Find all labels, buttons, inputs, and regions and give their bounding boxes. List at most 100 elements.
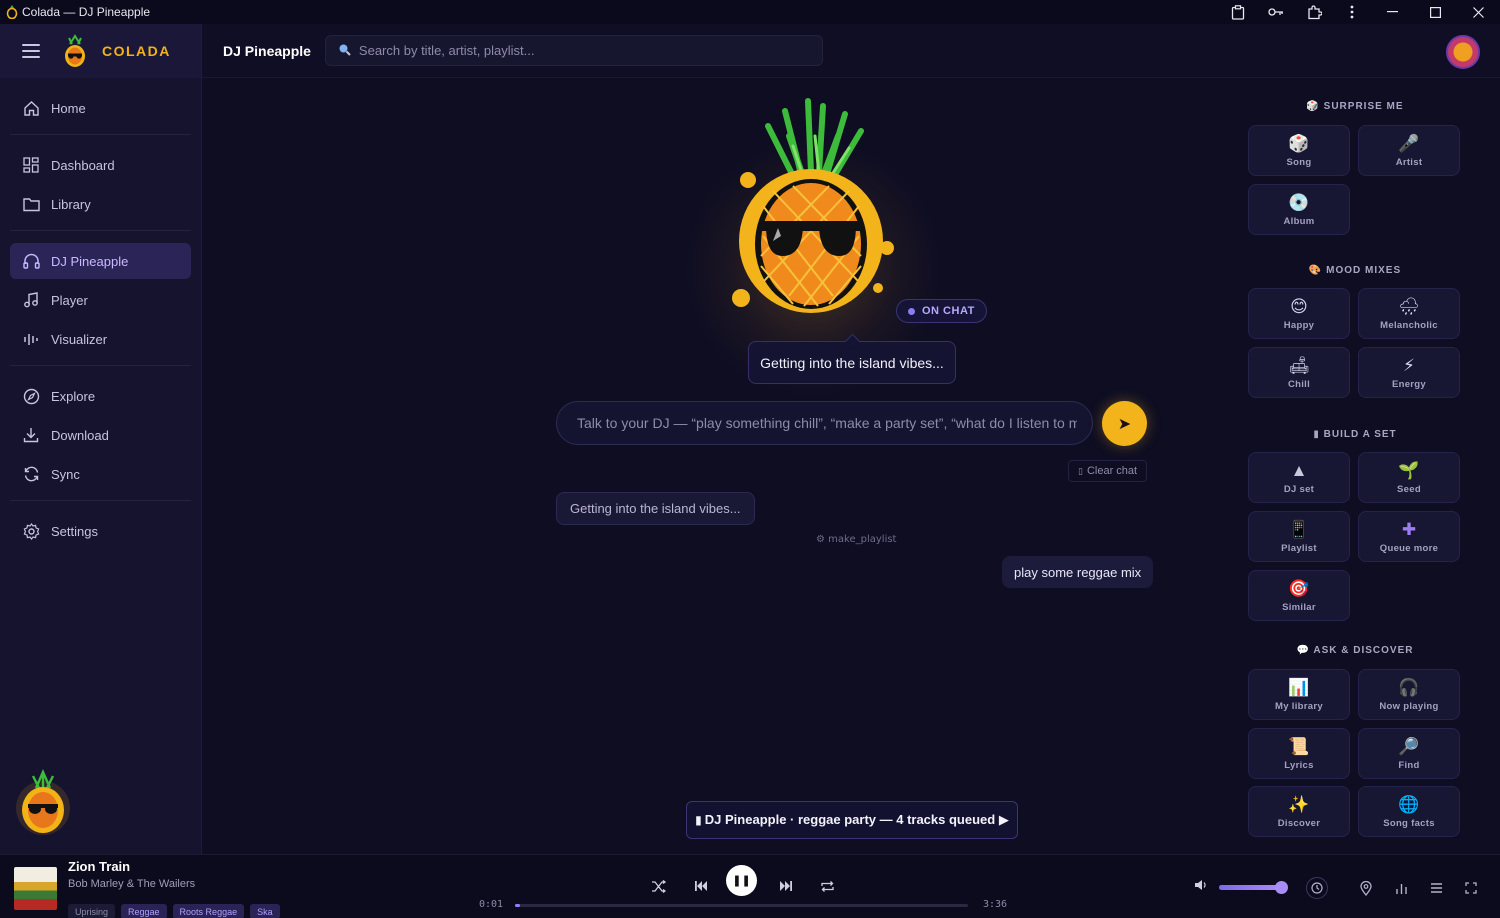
fullscreen-button[interactable] bbox=[1458, 875, 1484, 901]
extensions-icon[interactable] bbox=[1295, 0, 1333, 24]
sidebar-item-download[interactable]: Download bbox=[10, 417, 191, 453]
tile-song[interactable]: 🎲 Song bbox=[1248, 125, 1350, 176]
phone-icon: ▮ bbox=[695, 813, 702, 827]
tag-genre[interactable]: Reggae bbox=[121, 904, 167, 918]
tile-chill[interactable]: 🛋 Chill bbox=[1248, 347, 1350, 398]
key-icon[interactable] bbox=[1257, 0, 1295, 24]
divider bbox=[10, 365, 191, 366]
tile-dj-set[interactable]: ▲ DJ set bbox=[1248, 452, 1350, 503]
divider bbox=[10, 134, 191, 135]
status-badge: ON CHAT bbox=[896, 299, 987, 323]
send-icon: ➤ bbox=[1117, 415, 1132, 433]
user-message: play some reggae mix bbox=[1002, 556, 1154, 588]
tag-genre[interactable]: Ska bbox=[250, 904, 280, 918]
player-bar: Zion Train Bob Marley & The Wailers Upri… bbox=[0, 854, 1500, 918]
chart-icon: 📊 bbox=[1288, 677, 1310, 697]
sidebar-item-player[interactable]: Player bbox=[10, 282, 191, 318]
tile-label: Playlist bbox=[1281, 542, 1317, 554]
tile-now-playing[interactable]: 🎧 Now playing bbox=[1358, 669, 1460, 720]
tile-artist[interactable]: 🎤 Artist bbox=[1358, 125, 1460, 176]
maximize-icon[interactable] bbox=[1414, 0, 1457, 24]
location-button[interactable] bbox=[1353, 875, 1379, 901]
tag-genre[interactable]: Roots Reggae bbox=[172, 904, 245, 918]
sidebar-item-label: Dashboard bbox=[51, 157, 115, 173]
tile-melancholic[interactable]: 🌧 Melancholic bbox=[1358, 288, 1460, 339]
pin-icon bbox=[1360, 880, 1372, 896]
sidebar-item-dashboard[interactable]: Dashboard bbox=[10, 147, 191, 183]
equalizer-button[interactable] bbox=[1388, 875, 1414, 901]
menu-icon[interactable] bbox=[22, 44, 40, 58]
track-title[interactable]: Zion Train bbox=[68, 859, 130, 874]
queued-banner[interactable]: ▮ DJ Pineapple · reggae party — 4 tracks… bbox=[686, 801, 1018, 839]
tile-lyrics[interactable]: 📜 Lyrics bbox=[1248, 728, 1350, 779]
more-vert-icon[interactable] bbox=[1333, 0, 1371, 24]
avatar[interactable] bbox=[1446, 35, 1480, 69]
tile-album[interactable]: 💿 Album bbox=[1248, 184, 1350, 235]
sidebar-item-label: Player bbox=[51, 292, 88, 308]
trash-icon: ▯ bbox=[1078, 465, 1083, 476]
sidebar-nav: Home Dashboard Library DJ Pineapple Play… bbox=[0, 78, 201, 549]
queue-button[interactable] bbox=[1423, 875, 1449, 901]
tile-seed[interactable]: 🌱 Seed bbox=[1358, 452, 1460, 503]
clipboard-icon[interactable] bbox=[1219, 0, 1257, 24]
sidebar-item-home[interactable]: Home bbox=[10, 90, 191, 126]
sidebar-item-dj-pineapple[interactable]: DJ Pineapple bbox=[10, 243, 191, 279]
tile-label: Album bbox=[1283, 215, 1315, 227]
headphones-icon: 🎧 bbox=[1398, 677, 1420, 697]
divider bbox=[10, 500, 191, 501]
message-text: play some reggae mix bbox=[1014, 564, 1142, 580]
chat-input[interactable] bbox=[577, 415, 1077, 431]
fullscreen-icon bbox=[1465, 882, 1477, 894]
send-button[interactable]: ➤ bbox=[1102, 401, 1147, 446]
tile-song-facts[interactable]: 🌐 Song facts bbox=[1358, 786, 1460, 837]
sidebar-item-explore[interactable]: Explore bbox=[10, 378, 191, 414]
dice-icon: 🎲 bbox=[1288, 133, 1310, 153]
tile-discover[interactable]: ✨ Discover bbox=[1248, 786, 1350, 837]
tile-queue-more[interactable]: ✚ Queue more bbox=[1358, 511, 1460, 562]
volume-knob[interactable] bbox=[1274, 881, 1288, 894]
shuffle-button[interactable] bbox=[643, 871, 673, 901]
sidebar-item-label: Explore bbox=[51, 388, 96, 404]
progress-bar[interactable] bbox=[515, 904, 968, 907]
tile-similar[interactable]: 🎯 Similar bbox=[1248, 570, 1350, 621]
microphone-icon: 🎤 bbox=[1398, 133, 1420, 153]
repeat-button[interactable] bbox=[812, 871, 842, 901]
dj-message: Getting into the island vibes... bbox=[556, 492, 755, 525]
total-time: 3:36 bbox=[983, 899, 1008, 910]
tile-my-library[interactable]: 📊 My library bbox=[1248, 669, 1350, 720]
list-icon bbox=[1430, 883, 1442, 893]
tag-album[interactable]: Uprising bbox=[68, 904, 116, 918]
message-text: Getting into the island vibes... bbox=[570, 501, 741, 516]
tile-label: Chill bbox=[1287, 378, 1311, 390]
tile-happy[interactable]: 😊 Happy bbox=[1248, 288, 1350, 339]
previous-button[interactable] bbox=[686, 871, 716, 901]
minimize-icon[interactable] bbox=[1371, 0, 1414, 24]
sidebar-item-library[interactable]: Library bbox=[10, 186, 191, 222]
sleep-timer-button[interactable] bbox=[1306, 877, 1328, 899]
folder-icon bbox=[22, 195, 40, 213]
scroll-icon: 📜 bbox=[1288, 736, 1310, 756]
tile-playlist[interactable]: 📱 Playlist bbox=[1248, 511, 1350, 562]
search-bar[interactable] bbox=[324, 35, 823, 66]
volume-slider[interactable] bbox=[1219, 881, 1288, 894]
chat-input-box[interactable] bbox=[556, 401, 1093, 445]
sidebar-item-visualizer[interactable]: Visualizer bbox=[10, 321, 191, 357]
sidebar-item-sync[interactable]: Sync bbox=[10, 456, 191, 492]
pause-button[interactable]: ❚❚ bbox=[726, 865, 757, 896]
progress-fill bbox=[515, 904, 521, 907]
album-cover[interactable] bbox=[14, 867, 57, 910]
track-artist[interactable]: Bob Marley & The Wailers bbox=[68, 878, 195, 890]
sparkles-icon: ✨ bbox=[1288, 794, 1310, 814]
tile-energy[interactable]: ⚡ Energy bbox=[1358, 347, 1460, 398]
magnifier-icon: 🔎 bbox=[1398, 736, 1420, 756]
next-button[interactable] bbox=[771, 871, 801, 901]
tile-find[interactable]: 🔎 Find bbox=[1358, 728, 1460, 779]
sidebar-item-settings[interactable]: Settings bbox=[10, 513, 191, 549]
tile-label: Discover bbox=[1277, 817, 1321, 829]
dj-main: ON CHAT Getting into the island vibes...… bbox=[203, 78, 1238, 854]
search-input[interactable] bbox=[358, 43, 789, 58]
clear-chat-button[interactable]: ▯ Clear chat bbox=[1068, 460, 1148, 482]
sidebar-item-label: Sync bbox=[51, 466, 80, 482]
close-icon[interactable] bbox=[1457, 0, 1500, 24]
volume-icon[interactable] bbox=[1194, 879, 1208, 894]
